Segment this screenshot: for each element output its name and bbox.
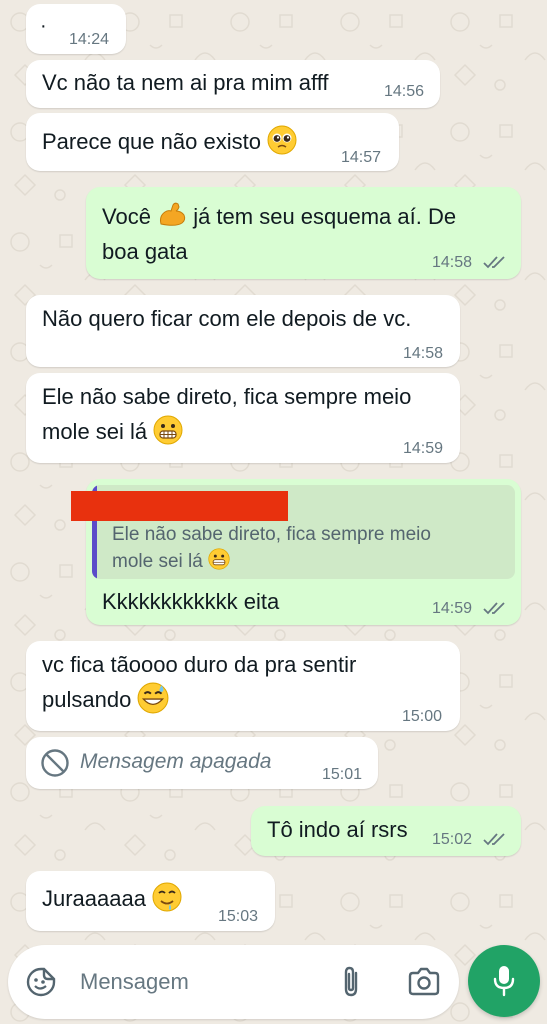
deleted-icon bbox=[41, 749, 69, 777]
message-text: Kkkkkkkkkkkk eita bbox=[102, 589, 280, 614]
message-text: Juraaaaaa bbox=[42, 881, 182, 917]
microphone-icon bbox=[493, 966, 515, 997]
message-input[interactable]: Mensagem bbox=[80, 969, 189, 995]
message-time: 14:58 bbox=[403, 345, 444, 362]
message-text: Parece que não existo bbox=[42, 124, 297, 160]
drooling-face-icon bbox=[152, 882, 182, 912]
message-time: 14:56 bbox=[384, 83, 425, 100]
message-time: 15:00 bbox=[402, 708, 443, 725]
message-bubble-incoming[interactable]: Juraaaaaa 15:03 bbox=[26, 871, 275, 931]
grinning-face-with-sweat-icon bbox=[137, 682, 169, 714]
camera-icon[interactable] bbox=[407, 967, 441, 997]
message-text-content: mole sei lá bbox=[42, 419, 148, 444]
message-text-content: Parece que não existo bbox=[42, 129, 261, 154]
message-text: Você já tem seu esquema aí. De bbox=[102, 199, 456, 235]
message-text-content: pulsando bbox=[42, 687, 132, 712]
message-text-line2: pulsando bbox=[42, 682, 169, 718]
message-text: · bbox=[40, 15, 47, 37]
quoted-message-line2: mole sei lá bbox=[112, 548, 230, 575]
read-ticks-icon bbox=[483, 256, 505, 269]
message-bubble-incoming[interactable]: Parece que não existo 14:57 bbox=[26, 113, 399, 171]
message-time: 15:02 bbox=[432, 831, 473, 848]
message-bubble-incoming[interactable]: Vc não ta nem ai pra mim afff 14:56 bbox=[26, 60, 440, 108]
message-text-line1: Ele não sabe direto, fica sempre meio bbox=[42, 384, 412, 409]
message-bubble-outgoing[interactable]: Você já tem seu esquema aí. De boa gata … bbox=[86, 187, 521, 279]
pleading-face-icon bbox=[267, 125, 297, 155]
message-time: 14:59 bbox=[432, 600, 473, 617]
message-text-content: Juraaaaaa bbox=[42, 886, 146, 911]
message-bubble-incoming-deleted[interactable]: Mensagem apagada 15:01 bbox=[26, 737, 378, 789]
message-text: Vc não ta nem ai pra mim afff bbox=[42, 70, 329, 95]
message-bubble-incoming[interactable]: Não quero ficar com ele depois de vc. 14… bbox=[26, 295, 460, 367]
read-ticks-icon bbox=[483, 602, 505, 615]
message-time: 14:59 bbox=[403, 440, 444, 457]
grimacing-face-icon bbox=[208, 548, 230, 570]
message-text-line1: vc fica tãoooo duro da pra sentir bbox=[42, 652, 357, 677]
flexed-biceps-icon bbox=[160, 202, 186, 226]
message-bubble-outgoing[interactable]: Ele não sabe direto, fica sempre meio mo… bbox=[71, 479, 521, 625]
message-time: 15:03 bbox=[218, 908, 259, 925]
quoted-message-content: mole sei lá bbox=[112, 551, 203, 572]
message-text: Tô indo aí rsrs bbox=[267, 817, 408, 842]
message-text: Não quero ficar com ele depois de vc. bbox=[42, 306, 412, 331]
microphone-button[interactable] bbox=[468, 945, 540, 1017]
deleted-message-text: Mensagem apagada bbox=[80, 750, 272, 773]
message-time: 15:01 bbox=[322, 766, 363, 783]
message-bubble-incoming[interactable]: vc fica tãoooo duro da pra sentir pulsan… bbox=[26, 641, 460, 731]
read-ticks-icon bbox=[483, 833, 505, 846]
redacted-sender-name bbox=[71, 491, 288, 521]
message-bubble-incoming[interactable]: · 14:24 bbox=[26, 4, 126, 54]
message-time: 14:57 bbox=[341, 149, 382, 166]
message-text-line2: mole sei lá bbox=[42, 414, 183, 450]
message-text-line1-start: Você bbox=[102, 204, 151, 229]
message-text-line2: boa gata bbox=[102, 239, 188, 264]
quoted-message-line1: Ele não sabe direto, fica sempre meio bbox=[112, 524, 431, 545]
sticker-emoji-icon[interactable] bbox=[26, 967, 56, 997]
message-time: 14:58 bbox=[432, 254, 473, 271]
message-text-line1-end: já tem seu esquema aí. De bbox=[193, 204, 457, 229]
message-time: 14:24 bbox=[69, 31, 110, 48]
paperclip-icon[interactable] bbox=[338, 965, 364, 999]
message-composer[interactable]: Mensagem bbox=[8, 945, 459, 1019]
grimacing-face-icon bbox=[153, 415, 183, 445]
message-bubble-incoming[interactable]: Ele não sabe direto, fica sempre meio mo… bbox=[26, 373, 460, 463]
message-bubble-outgoing[interactable]: Tô indo aí rsrs 15:02 bbox=[251, 806, 521, 856]
